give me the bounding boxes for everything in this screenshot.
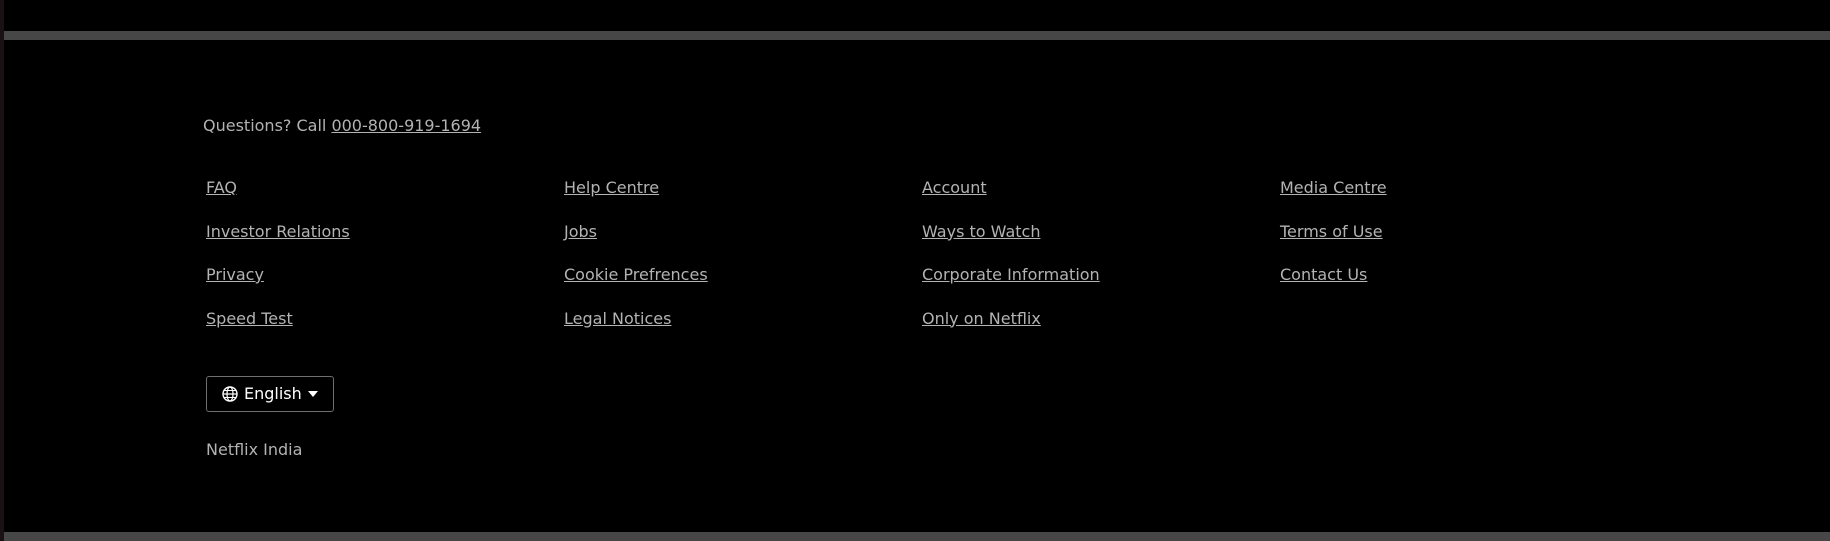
footer-link-legal-notices[interactable]: Legal Notices xyxy=(564,309,671,329)
footer-link-speed-test[interactable]: Speed Test xyxy=(206,309,293,329)
footer-link-faq[interactable]: FAQ xyxy=(206,178,237,198)
footer-link-media-centre[interactable]: Media Centre xyxy=(1280,178,1387,198)
footer-link-privacy[interactable]: Privacy xyxy=(206,265,264,285)
contact-line: Questions? Call 000-800-919-1694 xyxy=(203,116,481,136)
footer-links: FAQ Help Centre Account Media Centre Inv… xyxy=(206,178,1638,352)
language-select-value: English xyxy=(244,384,302,403)
footer-link-ways-to-watch[interactable]: Ways to Watch xyxy=(922,222,1040,242)
country-label: Netflix India xyxy=(206,440,303,459)
footer-link-contact-us[interactable]: Contact Us xyxy=(1280,265,1367,285)
footer-link-only-on-netflix[interactable]: Only on Netflix xyxy=(922,309,1041,329)
footer-link-account[interactable]: Account xyxy=(922,178,987,198)
footer-link-help-centre[interactable]: Help Centre xyxy=(564,178,659,198)
questions-label: Questions? Call xyxy=(203,116,332,135)
section-divider-top xyxy=(4,31,1830,40)
caret-down-icon xyxy=(307,391,318,397)
footer-link-investor-relations[interactable]: Investor Relations xyxy=(206,222,350,242)
phone-link[interactable]: 000-800-919-1694 xyxy=(331,116,481,135)
section-divider-bottom xyxy=(4,532,1830,541)
footer-link-corporate-information[interactable]: Corporate Information xyxy=(922,265,1100,285)
footer-link-cookie-preferences[interactable]: Cookie Prefrences xyxy=(564,265,708,285)
globe-icon xyxy=(222,386,238,402)
footer-link-jobs[interactable]: Jobs xyxy=(564,222,597,242)
site-footer: Questions? Call 000-800-919-1694 FAQ Hel… xyxy=(0,40,1830,532)
language-select[interactable]: English xyxy=(206,376,334,412)
footer-link-terms-of-use[interactable]: Terms of Use xyxy=(1280,222,1383,242)
